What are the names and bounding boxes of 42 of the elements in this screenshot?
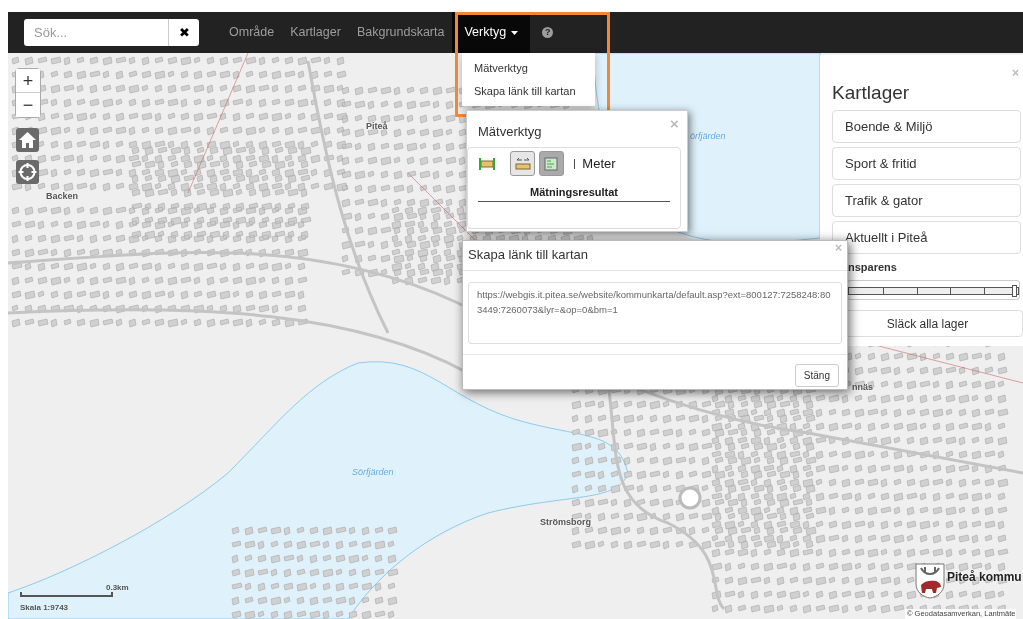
panel-title: Mätverktyg (478, 123, 542, 141)
ruler-icon[interactable] (478, 156, 495, 171)
roundabout-drawing (678, 486, 702, 510)
caret-icon (511, 30, 519, 35)
transparency-label: nsparens (848, 260, 897, 275)
water-label: Sörfjärden (352, 466, 394, 479)
link-text-field[interactable]: https://webgis.it.pitea.se/website/kommunkarta/default.asp?ext=800127:7258248:803449:7260073&lyr=&op=0&bm=1 (468, 282, 842, 344)
layer-group-button[interactable]: Trafik & gator (832, 184, 1021, 217)
measure-area-button[interactable] (538, 151, 564, 176)
measure-distance-button[interactable] (510, 151, 536, 176)
transparency-slider[interactable] (847, 280, 1020, 300)
menu-tab[interactable]: Kartlager (282, 12, 349, 53)
logo-text: Piteå kommu (947, 569, 1022, 586)
slider-thumb[interactable] (1011, 285, 1017, 297)
scale-distance: 0.3km (106, 582, 129, 594)
place-label: Piteå (366, 120, 388, 133)
panel-title: Kartlager (832, 81, 910, 105)
locate-icon[interactable] (16, 160, 39, 184)
help-link[interactable]: ? (534, 12, 562, 53)
search-field[interactable]: Sök... (24, 19, 168, 46)
dropdown-item[interactable]: Mätverktyg (462, 57, 595, 80)
menu-tab[interactable]: Bakgrundskarta (348, 12, 453, 53)
layer-group-button[interactable]: Boende & Miljö (832, 110, 1021, 143)
dialog-title: Skapa länk till kartan (468, 246, 588, 264)
ruler-arrows-icon (514, 156, 531, 171)
scale-ratio: Skala 1:9743 (20, 602, 69, 614)
place-label: Backen (46, 190, 79, 203)
menu-tab[interactable]: Område (221, 12, 283, 53)
water-label: örfjärden (690, 130, 726, 143)
place-label: Strömsborg (540, 516, 591, 529)
close-dialog-button[interactable]: Stäng (794, 364, 839, 387)
place-label: nnäs (852, 381, 873, 394)
separator-text: | (573, 157, 576, 171)
document-icon (543, 155, 559, 172)
crest-icon (915, 563, 945, 599)
clear-button[interactable]: ✖ (168, 19, 199, 46)
unit-label: Meter (582, 154, 616, 173)
zoom-in-button[interactable]: + (16, 69, 40, 93)
layer-group-button[interactable]: Sport & fritid (832, 147, 1021, 180)
dropdown-item[interactable]: Skapa länk till kartan (462, 79, 595, 102)
home-icon[interactable] (16, 128, 39, 152)
result-heading: Mätningsresultat (478, 184, 670, 202)
